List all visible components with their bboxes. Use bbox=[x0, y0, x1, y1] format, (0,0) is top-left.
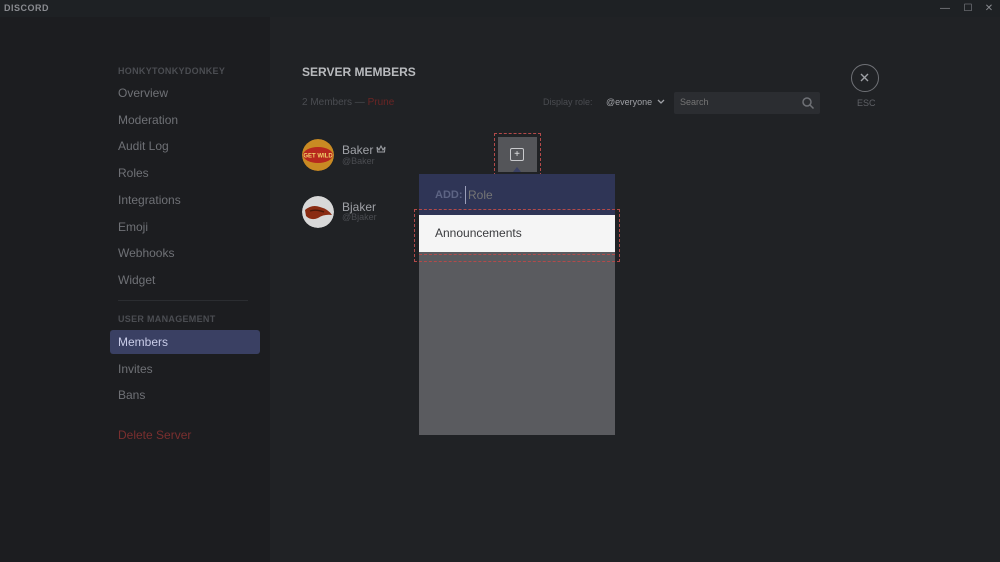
sidebar-item-roles[interactable]: Roles bbox=[110, 161, 260, 185]
close-window-button[interactable]: ✕ bbox=[978, 0, 1000, 17]
maximize-button[interactable]: ☐ bbox=[957, 0, 979, 17]
get-wild-avatar-icon: GET WILD bbox=[302, 139, 334, 171]
search-box[interactable] bbox=[674, 92, 820, 114]
add-label: ADD: bbox=[435, 189, 463, 201]
role-option-label: Announcements bbox=[435, 226, 522, 240]
chevron-down-icon bbox=[657, 99, 665, 104]
sidebar-divider bbox=[118, 300, 248, 301]
plus-icon[interactable]: + bbox=[510, 148, 524, 161]
search-icon[interactable] bbox=[801, 96, 815, 110]
sidebar-item-bans[interactable]: Bans bbox=[110, 383, 260, 407]
crown-icon bbox=[376, 144, 386, 153]
sidebar-item-overview[interactable]: Overview bbox=[110, 81, 260, 105]
close-icon bbox=[860, 73, 869, 82]
title-bar: DISCORD — ☐ ✕ bbox=[0, 0, 1000, 17]
sidebar-item-moderation[interactable]: Moderation bbox=[110, 108, 260, 132]
sidebar-item-invites[interactable]: Invites bbox=[110, 357, 260, 381]
display-role-select[interactable]: @everyone bbox=[606, 97, 665, 107]
close-settings-button[interactable] bbox=[851, 64, 879, 92]
search-input[interactable] bbox=[680, 97, 790, 107]
sidebar-item-emoji[interactable]: Emoji bbox=[110, 215, 260, 239]
display-role-label: Display role: bbox=[543, 97, 593, 107]
avatar[interactable] bbox=[302, 196, 334, 228]
member-tag: @Baker bbox=[342, 156, 375, 166]
page-title: SERVER MEMBERS bbox=[302, 65, 416, 79]
server-name-header: HONKYTONKYDONKEY bbox=[118, 66, 226, 76]
esc-label: ESC bbox=[857, 98, 876, 108]
dragon-avatar-icon bbox=[302, 196, 334, 228]
highlight-underline bbox=[419, 254, 615, 255]
role-search-input[interactable] bbox=[465, 186, 595, 204]
sidebar-item-integrations[interactable]: Integrations bbox=[110, 188, 260, 212]
member-count: 2 Members — Prune bbox=[302, 97, 394, 108]
role-option[interactable]: Announcements bbox=[419, 215, 615, 252]
prune-link[interactable]: Prune bbox=[368, 97, 395, 108]
sidebar-item-webhooks[interactable]: Webhooks bbox=[110, 241, 260, 265]
sidebar-item-widget[interactable]: Widget bbox=[110, 268, 260, 292]
member-name[interactable]: Baker bbox=[342, 143, 373, 157]
display-role-value: @everyone bbox=[606, 97, 653, 107]
popup-caret bbox=[513, 167, 521, 172]
app-brand: DISCORD bbox=[4, 3, 50, 13]
minimize-button[interactable]: — bbox=[934, 0, 956, 17]
avatar-text: GET WILD bbox=[303, 154, 333, 160]
sidebar-item-members[interactable]: Members bbox=[110, 330, 260, 354]
member-tag: @Bjaker bbox=[342, 212, 377, 222]
avatar[interactable]: GET WILD bbox=[302, 139, 334, 171]
user-management-header: USER MANAGEMENT bbox=[118, 314, 216, 324]
member-count-text: 2 Members — bbox=[302, 97, 368, 108]
delete-server-button[interactable]: Delete Server bbox=[110, 423, 260, 447]
sidebar-item-audit-log[interactable]: Audit Log bbox=[110, 134, 260, 158]
